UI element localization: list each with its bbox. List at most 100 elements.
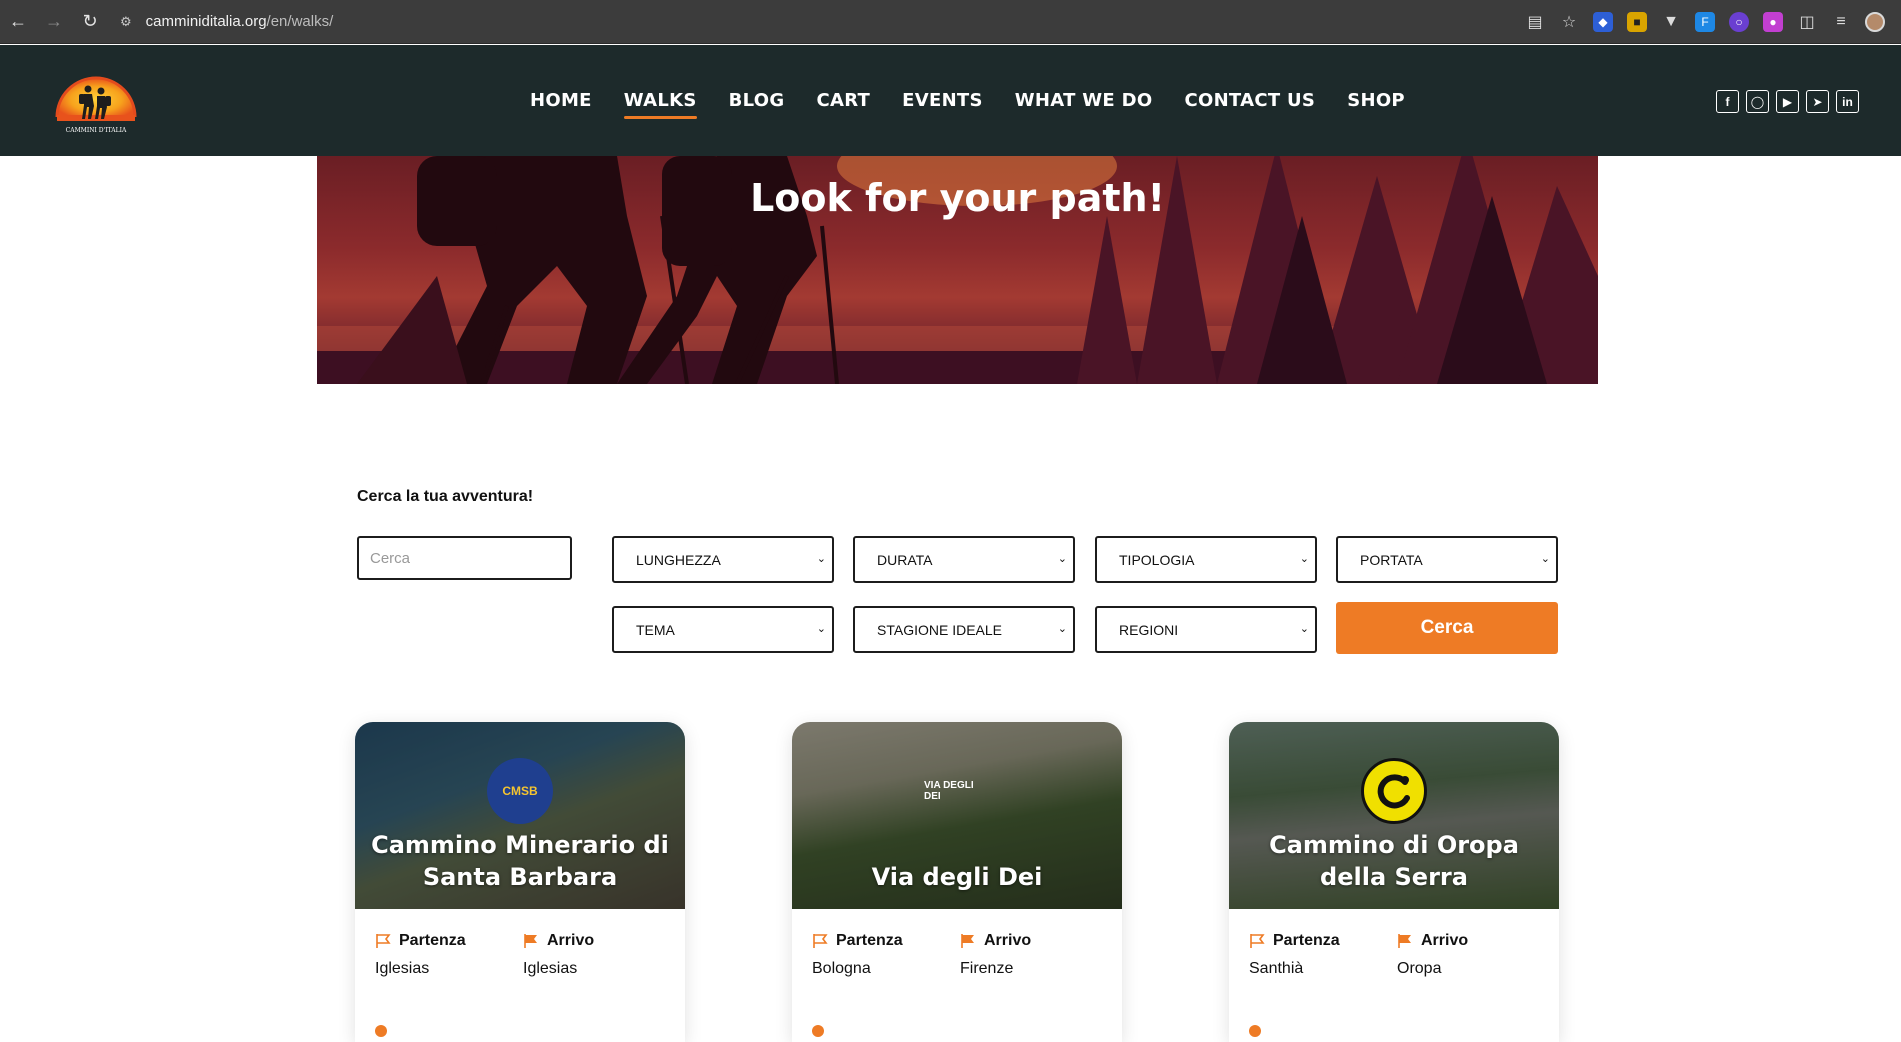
instagram-icon[interactable]: ◯ bbox=[1746, 90, 1769, 113]
end-value: Oropa bbox=[1397, 960, 1442, 977]
flag-filled-icon bbox=[1398, 934, 1411, 948]
start-value: Iglesias bbox=[375, 960, 430, 977]
filter-label: DURATA bbox=[877, 551, 933, 568]
nav-home[interactable]: HOME bbox=[530, 84, 592, 117]
nav-cart[interactable]: CART bbox=[816, 84, 870, 117]
linkedin-icon[interactable]: in bbox=[1836, 90, 1859, 113]
nav-events[interactable]: EVENTS bbox=[902, 84, 983, 117]
card-image[interactable]: Cammino di Oropa della Serra bbox=[1229, 722, 1559, 909]
address-bar[interactable]: ⚙ camminiditalia.org/en/walks/ bbox=[120, 0, 333, 44]
translate-icon[interactable]: ▤ bbox=[1525, 12, 1545, 32]
card-title[interactable]: Cammino Minerario di Santa Barbara bbox=[365, 829, 675, 893]
back-icon[interactable]: ← bbox=[0, 0, 36, 44]
end-label: Arrivo bbox=[1421, 932, 1469, 949]
pin-icon bbox=[375, 1025, 387, 1038]
pin-icon bbox=[1249, 1025, 1261, 1038]
nav-what-we-do[interactable]: WHAT WE DO bbox=[1015, 84, 1153, 117]
forward-icon[interactable]: → bbox=[36, 0, 72, 44]
filter-lunghezza[interactable]: LUNGHEZZA ⌄ bbox=[612, 536, 834, 583]
filter-label: TIPOLOGIA bbox=[1119, 551, 1195, 568]
vue-devtools-icon[interactable]: ▼ bbox=[1661, 12, 1681, 32]
end-info: Arrivo Firenze bbox=[960, 932, 1031, 978]
bitwarden-icon[interactable]: ◆ bbox=[1593, 12, 1613, 32]
filter-durata[interactable]: DURATA ⌄ bbox=[853, 536, 1075, 583]
youtube-icon[interactable]: ▶ bbox=[1776, 90, 1799, 113]
end-label: Arrivo bbox=[984, 932, 1032, 949]
end-value: Firenze bbox=[960, 960, 1014, 977]
card-title[interactable]: Via degli Dei bbox=[802, 861, 1112, 893]
start-info: Partenza Iglesias bbox=[375, 932, 466, 978]
walk-card[interactable]: Cammino di Oropa della Serra Partenza Sa… bbox=[1229, 722, 1559, 1042]
filter-label: LUNGHEZZA bbox=[636, 551, 721, 568]
site-logo[interactable]: CAMMINI D'ITALIA bbox=[55, 61, 137, 143]
filter-label: REGIONI bbox=[1119, 621, 1179, 638]
filter-label: STAGIONE IDEALE bbox=[877, 621, 1002, 638]
extension-chat-icon[interactable]: ● bbox=[1763, 12, 1783, 32]
chevron-down-icon: ⌄ bbox=[816, 623, 826, 635]
logo-text: CAMMINI D'ITALIA bbox=[66, 127, 127, 134]
extension-fi-icon[interactable]: F bbox=[1695, 12, 1715, 32]
nav-shop[interactable]: SHOP bbox=[1347, 84, 1405, 117]
chevron-down-icon: ⌄ bbox=[1299, 623, 1309, 635]
profile-avatar[interactable] bbox=[1865, 12, 1885, 32]
walk-card[interactable]: VIA DEGLI DEI Via degli Dei Partenza Bol… bbox=[792, 722, 1122, 1042]
filter-tema[interactable]: TEMA ⌄ bbox=[612, 606, 834, 653]
walk-card[interactable]: CMSB Cammino Minerario di Santa Barbara … bbox=[355, 722, 685, 1042]
filter-portata[interactable]: PORTATA ⌄ bbox=[1336, 536, 1558, 583]
bookmark-star-icon[interactable]: ☆ bbox=[1559, 12, 1579, 32]
oropa-logo-icon bbox=[1361, 758, 1427, 824]
cmsb-logo-icon: CMSB bbox=[487, 758, 553, 824]
extensions-puzzle-icon[interactable]: ◫ bbox=[1797, 12, 1817, 32]
chevron-down-icon: ⌄ bbox=[1057, 553, 1067, 565]
nav-blog[interactable]: BLOG bbox=[729, 84, 785, 117]
card-image[interactable]: CMSB Cammino Minerario di Santa Barbara bbox=[355, 722, 685, 909]
card-image[interactable]: VIA DEGLI DEI Via degli Dei bbox=[792, 722, 1122, 909]
card-title[interactable]: Cammino di Oropa della Serra bbox=[1239, 829, 1549, 893]
flag-filled-icon bbox=[961, 934, 974, 948]
start-value: Bologna bbox=[812, 960, 871, 977]
next-row-partial bbox=[812, 1022, 824, 1038]
search-button[interactable]: Cerca bbox=[1336, 602, 1558, 654]
flag-outline-icon bbox=[376, 934, 391, 948]
flag-outline-icon bbox=[813, 934, 828, 948]
end-info: Arrivo Iglesias bbox=[523, 932, 594, 978]
start-label: Partenza bbox=[1273, 932, 1340, 949]
chevron-down-icon: ⌄ bbox=[816, 553, 826, 565]
telegram-icon[interactable]: ➤ bbox=[1806, 90, 1829, 113]
site-info-icon[interactable]: ⚙ bbox=[120, 14, 132, 30]
browser-toolbar: ← → ↻ ⚙ camminiditalia.org/en/walks/ ▤ ☆… bbox=[0, 0, 1901, 44]
nav-contact-us[interactable]: CONTACT US bbox=[1184, 84, 1315, 117]
flag-outline-icon bbox=[1250, 934, 1265, 948]
filter-label: PORTATA bbox=[1360, 551, 1423, 568]
site-header: CAMMINI D'ITALIA HOME WALKS BLOG CART EV… bbox=[0, 45, 1901, 156]
end-label: Arrivo bbox=[547, 932, 595, 949]
search-input[interactable]: Cerca bbox=[357, 536, 572, 580]
search-heading: Cerca la tua avventura! bbox=[357, 488, 534, 505]
start-info: Partenza Bologna bbox=[812, 932, 903, 978]
nav-walks[interactable]: WALKS bbox=[623, 84, 697, 119]
via-degli-dei-logo-icon: VIA DEGLI DEI bbox=[924, 780, 974, 802]
chevron-down-icon: ⌄ bbox=[1299, 553, 1309, 565]
facebook-icon[interactable]: f bbox=[1716, 90, 1739, 113]
start-value: Santhià bbox=[1249, 960, 1304, 977]
filter-tipologia[interactable]: TIPOLOGIA ⌄ bbox=[1095, 536, 1317, 583]
start-label: Partenza bbox=[399, 932, 466, 949]
filter-stagione-ideale[interactable]: STAGIONE IDEALE ⌄ bbox=[853, 606, 1075, 653]
url-path: /en/walks/ bbox=[266, 13, 334, 30]
extension-circle-icon[interactable]: ○ bbox=[1729, 12, 1749, 32]
flag-filled-icon bbox=[524, 934, 537, 948]
start-label: Partenza bbox=[836, 932, 903, 949]
start-info: Partenza Santhià bbox=[1249, 932, 1340, 978]
filter-regioni[interactable]: REGIONI ⌄ bbox=[1095, 606, 1317, 653]
end-info: Arrivo Oropa bbox=[1397, 932, 1468, 978]
next-row-partial bbox=[375, 1022, 387, 1038]
filter-label: TEMA bbox=[636, 621, 675, 638]
hero-title: Look for your path! bbox=[750, 176, 1165, 220]
extension-icon[interactable]: ■ bbox=[1627, 12, 1647, 32]
reload-icon[interactable]: ↻ bbox=[72, 0, 108, 44]
chevron-down-icon: ⌄ bbox=[1540, 553, 1550, 565]
hero-banner: Look for your path! bbox=[317, 156, 1598, 384]
pin-icon bbox=[812, 1025, 824, 1038]
social-links: f ◯ ▶ ➤ in bbox=[1716, 90, 1859, 113]
reading-list-icon[interactable]: ≡ bbox=[1831, 12, 1851, 32]
